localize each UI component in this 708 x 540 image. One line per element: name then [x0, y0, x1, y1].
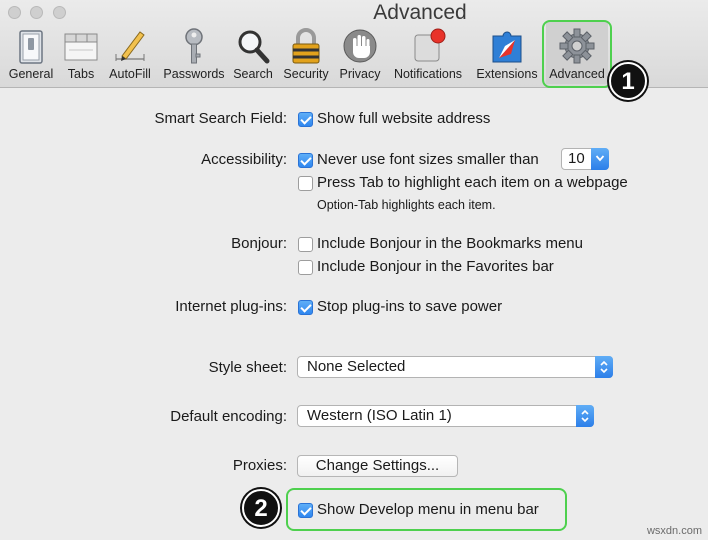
puzzle-compass-icon	[492, 31, 522, 63]
smart-search-label: Smart Search Field:	[154, 110, 287, 127]
tab-label: Notifications	[393, 67, 463, 81]
tab-label: Privacy	[339, 67, 381, 81]
style-sheet-label: Style sheet:	[208, 359, 287, 376]
tab-autofill[interactable]: AutoFill	[104, 22, 156, 84]
tab-extensions[interactable]: Extensions	[472, 22, 542, 84]
tab-notifications[interactable]: Notifications	[386, 22, 470, 84]
bonjour-label: Bonjour:	[231, 235, 287, 252]
lock-icon	[292, 28, 320, 64]
tab-label: Security	[283, 67, 329, 81]
bonjour-bookmarks-label: Include Bonjour in the Bookmarks menu	[317, 235, 583, 252]
tab-privacy[interactable]: Privacy	[336, 22, 384, 84]
show-develop-menu-label: Show Develop menu in menu bar	[317, 501, 539, 518]
tabs-icon	[64, 33, 98, 61]
style-sheet-value: None Selected	[307, 358, 406, 375]
notification-badge-icon	[414, 28, 446, 62]
updown-arrows-icon	[576, 405, 594, 427]
chevron-down-icon	[591, 148, 609, 170]
min-font-size-checkbox[interactable]	[298, 153, 313, 168]
stop-plugins-label: Stop plug-ins to save power	[317, 298, 503, 315]
updown-arrows-icon	[595, 356, 613, 378]
tab-label: Search	[233, 67, 273, 81]
watermark: wsxdn.com	[646, 525, 702, 537]
magnifier-icon	[238, 30, 270, 64]
advanced-tab-highlight	[542, 20, 612, 88]
tab-security[interactable]: Security	[278, 22, 334, 84]
toolbar: Advanced General Tabs AutoFill Passwords…	[0, 0, 708, 88]
autofill-pencil-icon	[115, 31, 145, 61]
internet-plugins-label: Internet plug-ins:	[175, 298, 287, 315]
hand-icon	[343, 29, 377, 63]
min-font-size-label: Never use font sizes smaller than	[317, 151, 539, 168]
stop-plugins-checkbox[interactable]	[298, 300, 313, 315]
default-encoding-value: Western (ISO Latin 1)	[307, 407, 452, 424]
tab-general[interactable]: General	[4, 22, 58, 84]
tab-search[interactable]: Search	[230, 22, 276, 84]
change-settings-button[interactable]: Change Settings...	[297, 455, 458, 477]
key-icon	[185, 28, 203, 64]
preferences-window: Advanced General Tabs AutoFill Passwords…	[0, 0, 708, 540]
min-font-size-value: 10	[568, 150, 585, 167]
tab-tabs[interactable]: Tabs	[60, 22, 102, 84]
bonjour-favorites-checkbox[interactable]	[298, 260, 313, 275]
tab-label: AutoFill	[109, 67, 151, 81]
default-encoding-select[interactable]: Western (ISO Latin 1)	[297, 405, 594, 427]
tab-label: General	[8, 67, 54, 81]
press-tab-label: Press Tab to highlight each item on a we…	[317, 174, 628, 191]
default-encoding-label: Default encoding:	[170, 408, 287, 425]
show-full-address-checkbox[interactable]	[298, 112, 313, 127]
tab-label: Extensions	[476, 67, 538, 81]
general-switch-icon	[19, 30, 43, 64]
option-tab-note: Option-Tab highlights each item.	[317, 198, 496, 212]
tab-label: Tabs	[67, 67, 95, 81]
style-sheet-select[interactable]: None Selected	[297, 356, 613, 378]
tab-passwords[interactable]: Passwords	[160, 22, 228, 84]
show-develop-menu-checkbox[interactable]	[298, 503, 313, 518]
accessibility-label: Accessibility:	[201, 151, 287, 168]
bonjour-favorites-label: Include Bonjour in the Favorites bar	[317, 258, 554, 275]
show-full-address-label: Show full website address	[317, 110, 491, 127]
press-tab-checkbox[interactable]	[298, 176, 313, 191]
callout-badge-1: 1	[609, 62, 647, 100]
callout-badge-2: 2	[242, 489, 280, 527]
proxies-label: Proxies:	[232, 457, 287, 474]
tab-label: Passwords	[163, 67, 225, 81]
bonjour-bookmarks-checkbox[interactable]	[298, 237, 313, 252]
min-font-size-select[interactable]: 10	[561, 148, 609, 170]
